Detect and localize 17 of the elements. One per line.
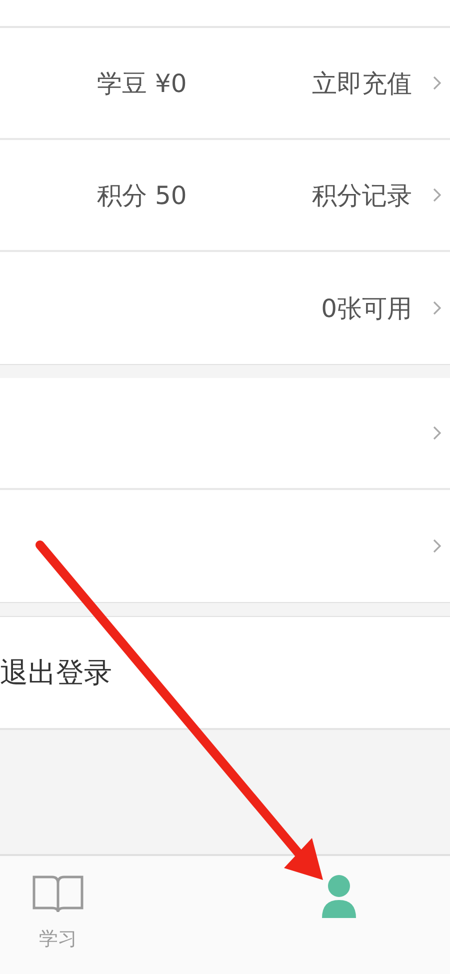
chevron-icon [432,299,442,317]
logout-label: 退出登录 [0,654,112,690]
logout-row[interactable]: 退出登录 [0,616,450,730]
list-row[interactable]: 0张可用 [0,252,450,364]
row-value: 学豆 ¥0 [97,68,187,100]
tab[interactable] [320,874,358,918]
list-row[interactable]: 积分 50 积分记录 [0,140,450,252]
chevron-icon [432,74,442,92]
row-value: 积分 50 [97,180,187,212]
person-icon [320,874,358,918]
row-action: 立即充值 [312,68,412,100]
chevron-icon [432,424,442,442]
row-action: 0张可用 [321,292,412,324]
chevron-icon [432,186,442,204]
chevron-icon [432,537,442,555]
list-row[interactable]: 学豆 ¥0 立即充值 [0,28,450,140]
row-action: 积分记录 [312,180,412,212]
